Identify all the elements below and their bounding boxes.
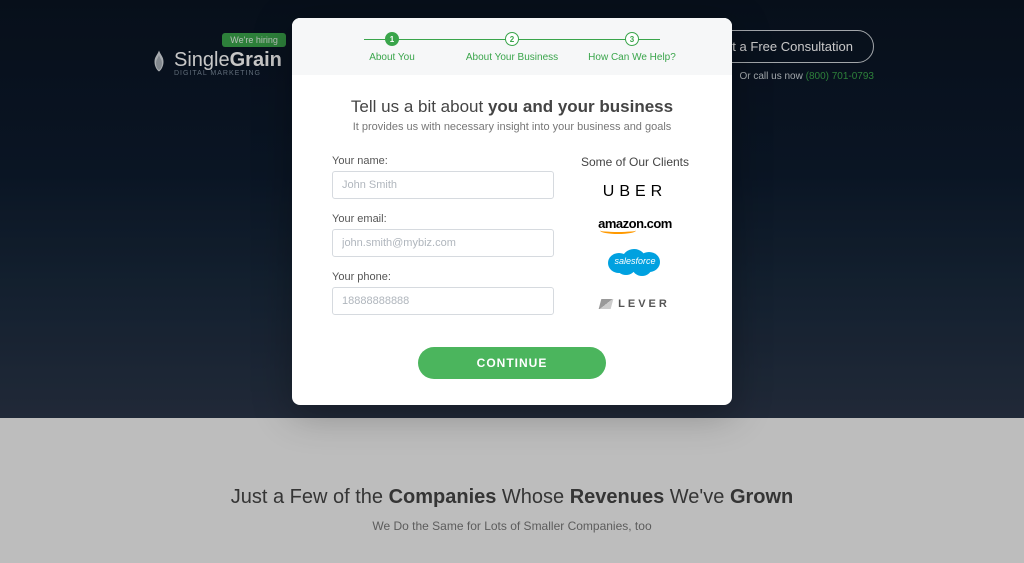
form-fields: Your name: Your email: Your phone: (332, 155, 554, 329)
logo-text: SingleGrain (174, 49, 282, 72)
modal-title: Tell us a bit about you and your busines… (332, 97, 692, 117)
modal-subtitle: It provides us with necessary insight in… (332, 121, 692, 133)
logo-area[interactable]: We're hiring SingleGrain DIGITAL MARKETI… (150, 35, 282, 77)
salesforce-logo: salesforce (578, 247, 692, 280)
logo-subtitle: DIGITAL MARKETING (174, 70, 261, 77)
step-1-circle: 1 (385, 32, 399, 46)
clients-title: Some of Our Clients (578, 155, 692, 169)
step-2-label: About Your Business (466, 52, 558, 63)
companies-subtitle: We Do the Same for Lots of Smaller Compa… (0, 519, 1024, 533)
continue-button[interactable]: CONTINUE (418, 347, 606, 379)
clients-column: Some of Our Clients UBER amazon.com sale… (578, 155, 692, 329)
step-3-label: How Can We Help? (588, 52, 676, 63)
step-how-help[interactable]: 3 How Can We Help? (572, 32, 692, 63)
companies-title: Just a Few of the Companies Whose Revenu… (0, 486, 1024, 509)
name-input[interactable] (332, 171, 554, 199)
email-input[interactable] (332, 229, 554, 257)
lever-logo: LEVER (578, 294, 692, 312)
step-about-business[interactable]: 2 About Your Business (452, 32, 572, 63)
email-label: Your email: (332, 213, 554, 225)
phone-link[interactable]: (800) 701-0793 (806, 71, 874, 82)
name-label: Your name: (332, 155, 554, 167)
step-2-circle: 2 (505, 32, 519, 46)
step-indicator: 1 About You 2 About Your Business 3 How … (292, 18, 732, 75)
modal-body: Tell us a bit about you and your busines… (292, 75, 732, 405)
uber-logo: UBER (578, 183, 692, 201)
phone-input[interactable] (332, 287, 554, 315)
call-text: Or call us now (800) 701-0793 (739, 71, 874, 82)
hiring-badge[interactable]: We're hiring (222, 33, 286, 47)
lead-form-modal: 1 About You 2 About Your Business 3 How … (292, 18, 732, 405)
logo[interactable]: SingleGrain (150, 49, 282, 72)
flame-icon (150, 50, 168, 72)
step-1-label: About You (369, 52, 415, 63)
amazon-logo: amazon.com (578, 215, 692, 233)
step-about-you[interactable]: 1 About You (332, 32, 452, 63)
phone-label: Your phone: (332, 271, 554, 283)
step-3-circle: 3 (625, 32, 639, 46)
companies-section: Just a Few of the Companies Whose Revenu… (0, 418, 1024, 563)
